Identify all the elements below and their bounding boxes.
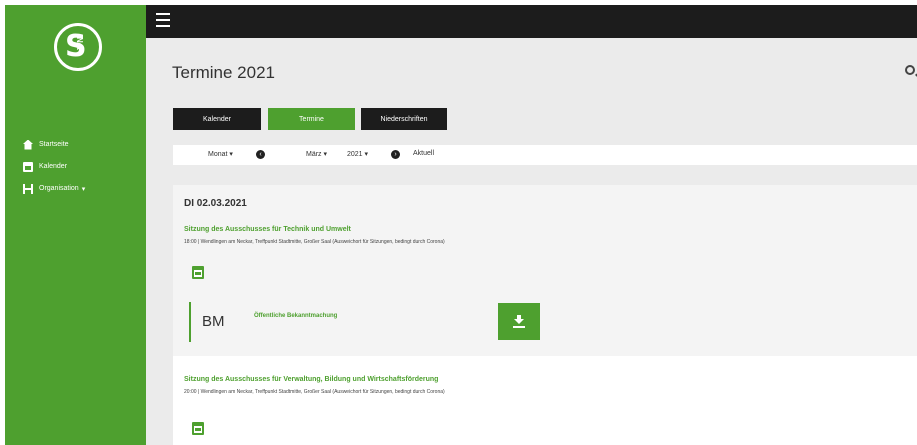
event-info: 20:00 | Wendlingen am Neckar, Treffpunkt… (184, 389, 445, 395)
logo[interactable]: S Net (54, 23, 102, 71)
document-accent-bar (189, 302, 191, 342)
year-select[interactable]: 2021 ▾ (347, 150, 368, 158)
event-info: 18:00 | Wendlingen am Neckar, Treffpunkt… (184, 239, 445, 245)
view-select-label: Monat (208, 151, 228, 158)
sidebar-nav: Startseite Kalender Organisation ▾ (23, 138, 85, 204)
sidebar-item-label: Organisation (39, 185, 79, 192)
chevron-right-icon[interactable]: › (391, 150, 400, 159)
sidebar-item-label: Startseite (39, 141, 69, 148)
event-title[interactable]: Sitzung des Ausschusses für Verwaltung, … (184, 376, 438, 383)
logo-suffix: Net (75, 37, 84, 50)
sidebar-item-kalender[interactable]: Kalender (23, 160, 85, 173)
tab-kalender[interactable]: Kalender (173, 108, 261, 130)
tab-termine[interactable]: Termine (268, 108, 355, 130)
event-item: Sitzung des Ausschusses für Verwaltung, … (173, 356, 917, 445)
document-abbreviation: BM (202, 313, 225, 330)
chevron-left-icon[interactable]: ‹ (256, 150, 265, 159)
sidebar: S Net Startseite Kalender Organisation ▾ (5, 5, 146, 445)
download-icon (514, 315, 524, 324)
event-title[interactable]: Sitzung des Ausschusses für Technik und … (184, 226, 351, 233)
add-to-calendar-icon[interactable] (192, 266, 204, 279)
home-icon (23, 139, 33, 150)
page-title: Termine 2021 (172, 63, 276, 82)
search-icon[interactable] (905, 65, 915, 75)
month-select-label: März (306, 151, 322, 158)
add-to-calendar-icon[interactable] (192, 422, 204, 435)
sidebar-item-label: Kalender (39, 163, 68, 170)
month-select[interactable]: März ▾ (306, 150, 327, 158)
filter-bar: Monat ▾ ‹ März ▾ 2021 ▾ › Aktuell (173, 145, 917, 165)
download-icon-base (513, 326, 525, 328)
sidebar-item-organisation[interactable]: Organisation ▾ (23, 182, 85, 195)
document-title[interactable]: Öffentliche Bekanntmachung (254, 313, 337, 319)
year-select-label: 2021 (347, 151, 363, 158)
date-heading: DI 02.03.2021 (184, 198, 247, 209)
top-bar (146, 5, 917, 38)
app-frame: S Net Startseite Kalender Organisation ▾… (5, 5, 917, 445)
sidebar-item-startseite[interactable]: Startseite (23, 138, 85, 151)
view-select[interactable]: Monat ▾ (208, 150, 233, 158)
dropdown-caret: ▾ (81, 185, 86, 193)
hamburger-menu-icon[interactable] (156, 13, 170, 27)
calendar-icon (23, 161, 33, 172)
download-button[interactable] (498, 303, 540, 340)
tab-niederschriften[interactable]: Niederschriften (361, 108, 447, 130)
events-panel: DI 02.03.2021 Sitzung des Ausschusses fü… (173, 185, 917, 445)
organisation-icon (23, 183, 33, 194)
current-link[interactable]: Aktuell (413, 150, 434, 157)
